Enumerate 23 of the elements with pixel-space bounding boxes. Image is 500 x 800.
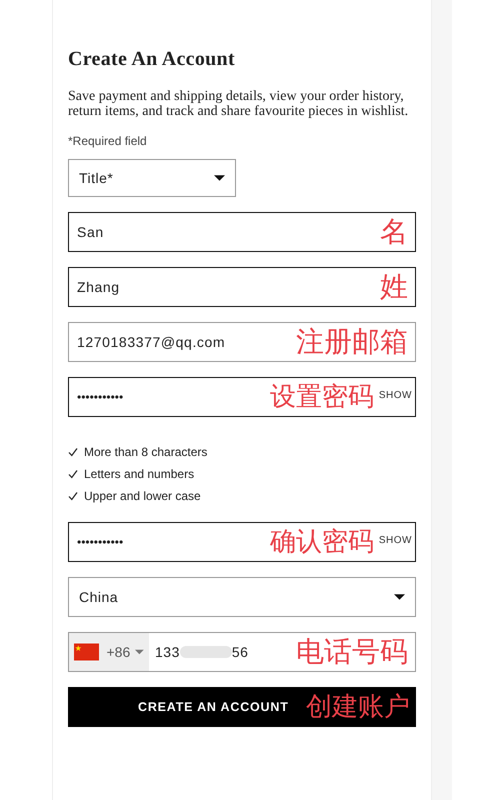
rule-text: More than 8 characters — [84, 445, 208, 459]
caret-icon — [214, 175, 225, 181]
country-select[interactable]: China — [68, 577, 416, 617]
country-code-select[interactable]: +86 — [69, 633, 149, 671]
show-toggle[interactable]: SHOW — [378, 390, 412, 401]
flag-icon — [74, 641, 100, 663]
rule-text: Upper and lower case — [84, 489, 201, 503]
page-heading: Create An Account — [68, 48, 236, 71]
show-toggle[interactable]: SHOW — [378, 535, 412, 546]
annotation-label: 确认密码 — [270, 526, 374, 559]
required-note: *Required field — [68, 134, 148, 148]
intro-text: Save payment and shipping details, view your order history, return items, and track and share favourite pieces in wishlist. — [68, 89, 410, 119]
phone-number: 133 56 — [155, 644, 248, 660]
annotation-label: 姓 — [380, 269, 408, 305]
caret-icon — [135, 649, 144, 655]
rule-text: Letters and numbers — [84, 467, 194, 481]
annotation-label: 注册邮箱 — [296, 324, 408, 360]
title-select[interactable]: Title* — [68, 159, 236, 197]
annotation-label: 名 — [380, 214, 408, 250]
annotation-label: 电话号码 — [296, 634, 408, 670]
caret-icon — [394, 594, 405, 600]
annotation-label: 设置密码 — [270, 381, 374, 414]
annotation-label: 创建账户 — [306, 691, 410, 724]
